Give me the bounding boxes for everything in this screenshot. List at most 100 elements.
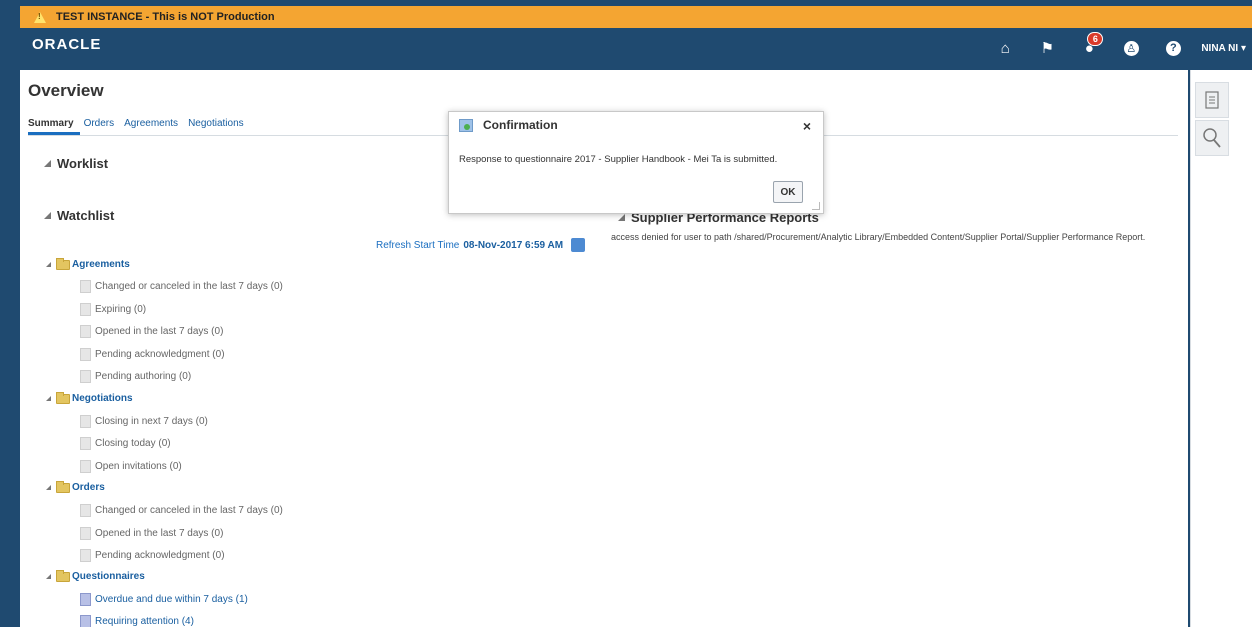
document-list-icon — [1205, 91, 1219, 109]
document-icon — [80, 549, 91, 562]
list-item-label: Pending authoring (0) — [95, 371, 192, 382]
chevron-down-icon: ▾ — [1240, 42, 1246, 54]
watchlist-title: Watchlist — [57, 208, 115, 223]
list-item[interactable]: Changed or canceled in the last 7 days (… — [80, 280, 283, 293]
watchlist-group-agreements[interactable]: Agreements — [46, 257, 130, 270]
resize-handle[interactable] — [812, 202, 820, 210]
document-icon — [80, 280, 91, 293]
ok-button[interactable]: OK — [773, 181, 803, 203]
home-icon[interactable]: ⌂ — [993, 36, 1017, 60]
document-icon — [80, 325, 91, 338]
collapse-icon — [44, 212, 51, 219]
list-item[interactable]: Pending acknowledgment (0) — [80, 549, 225, 562]
list-item[interactable]: Requiring attention (4) — [80, 615, 194, 627]
page-title: Overview — [28, 81, 104, 100]
collapse-icon — [44, 160, 51, 167]
document-icon — [80, 460, 91, 473]
list-item-label: Closing today (0) — [95, 438, 171, 449]
folder-icon — [56, 569, 70, 582]
collapse-icon — [46, 485, 51, 490]
watchlist-group-negotiations[interactable]: Negotiations — [46, 391, 133, 404]
tab-summary[interactable]: Summary — [28, 110, 80, 135]
folder-icon — [56, 480, 70, 493]
document-icon — [80, 593, 91, 606]
watchlist-header[interactable]: Watchlist — [44, 208, 114, 223]
folder-icon — [56, 391, 70, 404]
supplier-reports-message: access denied for user to path /shared/P… — [611, 232, 1146, 242]
right-side-panel — [1190, 70, 1252, 627]
test-instance-banner: TEST INSTANCE - This is NOT Production — [20, 6, 1252, 28]
global-header: ORACLE ⌂ ⚑ ● 6 ♙ ? NINA NI ▾ — [20, 28, 1252, 68]
notification-badge: 6 — [1087, 32, 1104, 46]
list-item[interactable]: Overdue and due within 7 days (1) — [80, 593, 248, 606]
refresh-icon[interactable] — [571, 238, 586, 252]
user-name: NINA NI — [1201, 42, 1239, 54]
document-icon — [80, 348, 91, 361]
list-item-label: Opened in the last 7 days (0) — [95, 528, 224, 539]
list-item[interactable]: Expiring (0) — [80, 303, 146, 316]
list-item[interactable]: Opened in the last 7 days (0) — [80, 527, 223, 540]
accessibility-icon[interactable]: ♙ — [1119, 36, 1143, 60]
document-icon — [80, 370, 91, 383]
collapse-icon — [618, 214, 625, 221]
tab-negotiations[interactable]: Negotiations — [188, 110, 250, 135]
list-item-label: Requiring attention (4) — [95, 616, 194, 627]
oracle-logo[interactable]: ORACLE — [32, 36, 101, 53]
header-icons: ⌂ ⚑ ● 6 ♙ ? NINA NI ▾ — [975, 32, 1252, 60]
worklist-header[interactable]: Worklist — [44, 156, 108, 171]
list-item[interactable]: Changed or canceled in the last 7 days (… — [80, 504, 283, 517]
notifications-icon[interactable]: ● 6 — [1077, 32, 1104, 60]
warning-icon — [34, 11, 46, 23]
list-item[interactable]: Closing today (0) — [80, 437, 171, 450]
dialog-header: Confirmation — [459, 118, 558, 132]
collapse-icon — [46, 574, 51, 579]
worklist-title: Worklist — [57, 156, 109, 171]
document-icon — [80, 527, 91, 540]
refresh-label: Refresh Start Time — [376, 239, 460, 251]
list-item[interactable]: Closing in next 7 days (0) — [80, 415, 208, 428]
document-icon — [80, 615, 91, 627]
group-label: Negotiations — [72, 393, 133, 404]
group-label: Questionnaires — [72, 571, 145, 582]
confirmation-icon — [459, 118, 473, 132]
flag-icon[interactable]: ⚑ — [1035, 36, 1059, 60]
list-item[interactable]: Open invitations (0) — [80, 460, 182, 473]
help-icon[interactable]: ? — [1161, 36, 1185, 60]
document-icon — [80, 415, 91, 428]
list-item-label: Open invitations (0) — [95, 461, 182, 472]
list-item-label: Changed or canceled in the last 7 days (… — [95, 281, 283, 292]
list-item-label: Closing in next 7 days (0) — [95, 416, 208, 427]
document-icon — [80, 437, 91, 450]
close-icon[interactable]: × — [803, 118, 811, 134]
list-item-label: Overdue and due within 7 days (1) — [95, 594, 248, 605]
document-icon — [80, 303, 91, 316]
watchlist-group-questionnaires[interactable]: Questionnaires — [46, 569, 145, 582]
dialog-title: Confirmation — [483, 118, 558, 132]
tab-orders[interactable]: Orders — [84, 110, 121, 135]
search-icon — [1203, 128, 1221, 148]
group-label: Orders — [72, 482, 105, 493]
list-item[interactable]: Pending acknowledgment (0) — [80, 348, 225, 361]
search-panel-tab[interactable] — [1195, 120, 1229, 156]
confirmation-dialog: Confirmation × Response to questionnaire… — [448, 111, 824, 214]
user-menu[interactable]: NINA NI ▾ — [1201, 43, 1246, 54]
list-item[interactable]: Opened in the last 7 days (0) — [80, 325, 223, 338]
dialog-message: Response to questionnaire 2017 - Supplie… — [459, 154, 778, 165]
collapse-icon — [46, 262, 51, 267]
watchlist-group-orders[interactable]: Orders — [46, 480, 105, 493]
tasks-panel-tab[interactable] — [1195, 82, 1229, 118]
list-item-label: Pending acknowledgment (0) — [95, 349, 225, 360]
group-label: Agreements — [72, 259, 130, 270]
document-icon — [80, 504, 91, 517]
list-item-label: Expiring (0) — [95, 304, 147, 315]
refresh-time: 08-Nov-2017 6:59 AM — [463, 239, 564, 251]
list-item-label: Changed or canceled in the last 7 days (… — [95, 505, 283, 516]
refresh-info: Refresh Start Time 08-Nov-2017 6:59 AM — [376, 238, 586, 252]
banner-text: TEST INSTANCE - This is NOT Production — [56, 11, 275, 23]
list-item-label: Pending acknowledgment (0) — [95, 550, 225, 561]
folder-icon — [56, 257, 70, 270]
collapse-icon — [46, 396, 51, 401]
tab-agreements[interactable]: Agreements — [124, 110, 184, 135]
list-item[interactable]: Pending authoring (0) — [80, 370, 191, 383]
list-item-label: Opened in the last 7 days (0) — [95, 326, 224, 337]
